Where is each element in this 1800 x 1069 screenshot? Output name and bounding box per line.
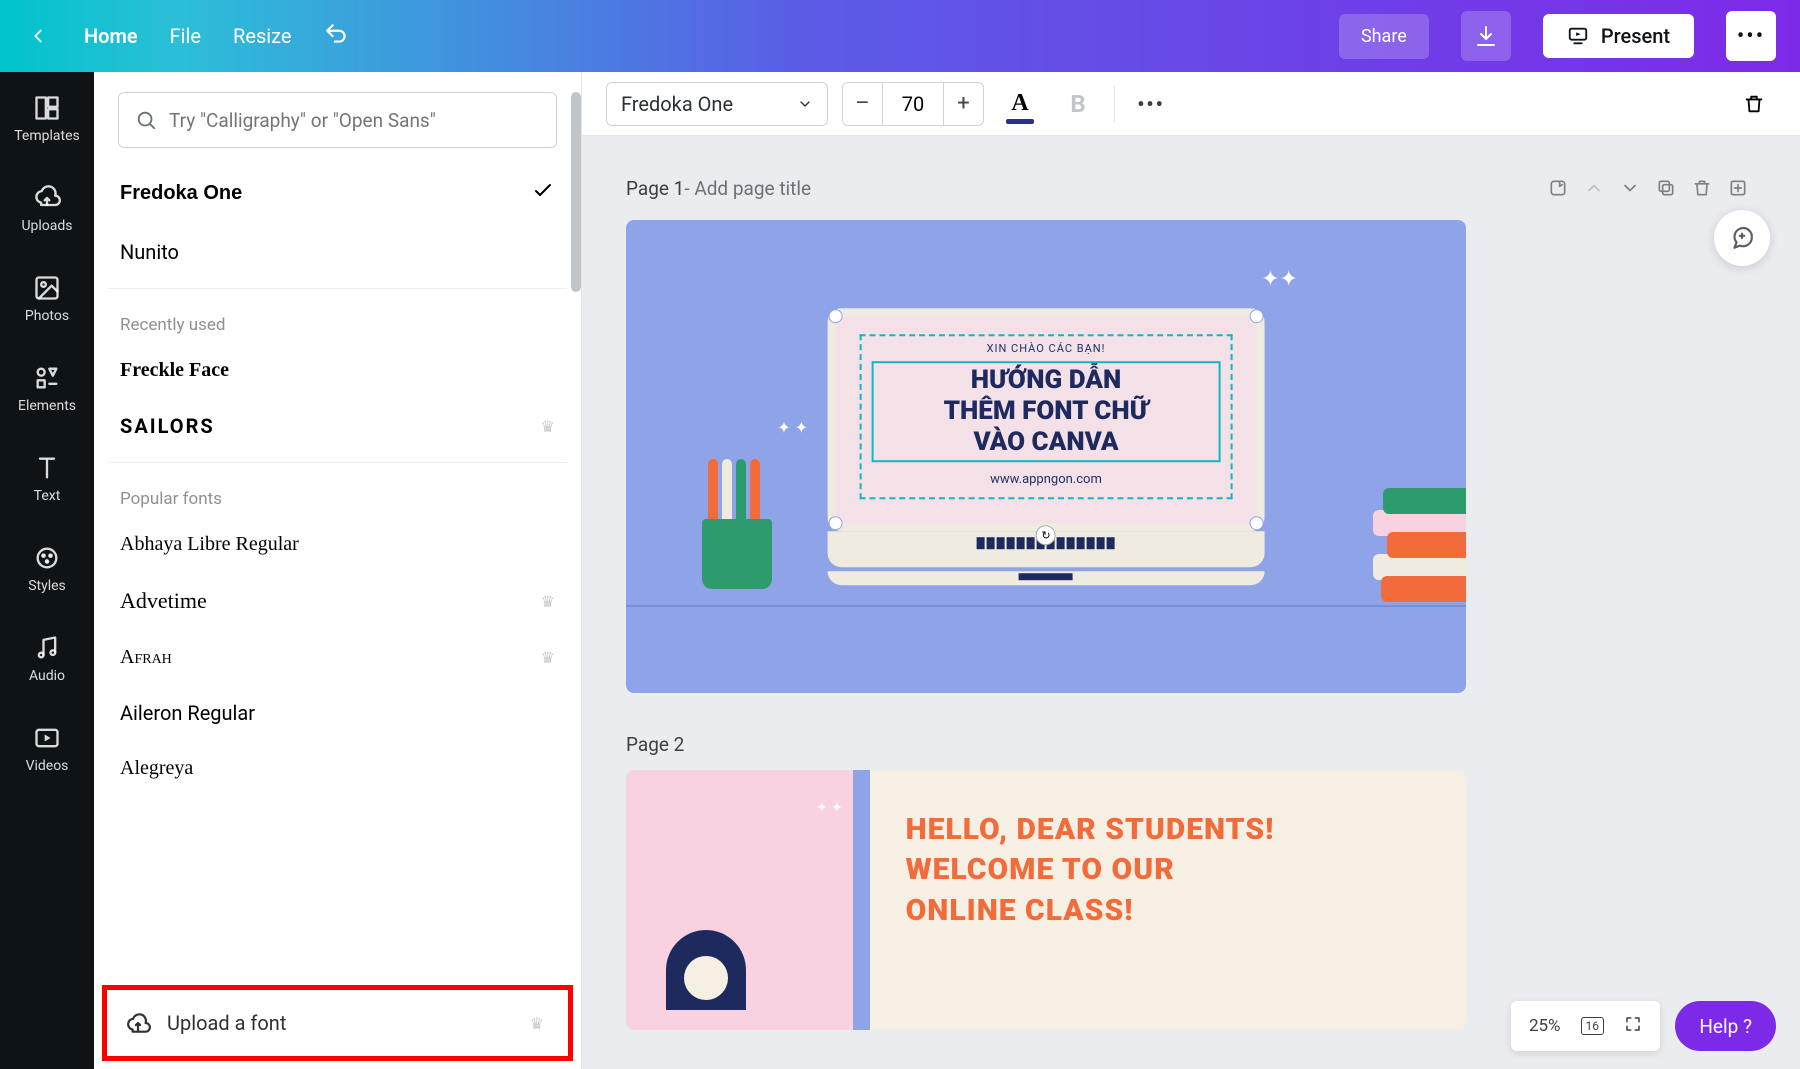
side-rail: Templates Uploads Photos Elements Text S…: [0, 72, 94, 1069]
font-row-aileron[interactable]: Aileron Regular: [94, 685, 581, 741]
rail-photos[interactable]: Photos: [0, 268, 94, 330]
page-2-label: Page 2: [626, 733, 684, 756]
page-up-icon[interactable]: [1576, 170, 1612, 206]
font-row-freckle[interactable]: Freckle Face: [94, 343, 581, 398]
font-row-advetime[interactable]: Advetime ♛: [94, 572, 581, 630]
illustration-student: ✦ ✦: [626, 770, 853, 1030]
delete-button[interactable]: [1732, 82, 1776, 126]
check-icon: [531, 178, 555, 208]
cloud-upload-icon: [125, 1010, 151, 1036]
page-down-icon[interactable]: [1612, 170, 1648, 206]
popular-fonts-label: Popular fonts: [94, 471, 581, 517]
font-row-alegreya[interactable]: Alegreya: [94, 741, 581, 796]
menu-file[interactable]: File: [170, 24, 201, 48]
page-2-canvas[interactable]: ✦ ✦ HELLO, DEAR STUDENTS! WELCOME TO OUR…: [626, 770, 1466, 1030]
rotate-handle[interactable]: ↻: [1036, 526, 1056, 546]
rail-uploads[interactable]: Uploads: [0, 178, 94, 240]
illustration-cup: [702, 479, 772, 589]
menu-resize[interactable]: Resize: [233, 24, 292, 48]
rail-text[interactable]: Text: [0, 448, 94, 510]
page2-text[interactable]: HELLO, DEAR STUDENTS! WELCOME TO OUR ONL…: [906, 810, 1430, 932]
font-size-control: – +: [842, 82, 984, 126]
illustration-books: [1373, 488, 1466, 598]
sparkle-icon: ✦✦: [1261, 267, 1298, 292]
page-1-header: Page 1 - Add page title: [626, 170, 1756, 206]
rail-videos[interactable]: Videos: [0, 718, 94, 780]
font-search-input[interactable]: [169, 109, 540, 132]
canvas-area[interactable]: Page 1 - Add page title: [582, 136, 1800, 1069]
rail-elements[interactable]: Elements: [0, 358, 94, 420]
font-row-sailors[interactable]: SAILORS ♛: [94, 398, 581, 454]
page-1-label: Page 1: [626, 177, 684, 200]
chevron-down-icon: [797, 96, 813, 112]
rail-styles[interactable]: Styles: [0, 538, 94, 600]
present-button[interactable]: Present: [1543, 14, 1694, 58]
top-menu-bar: Home File Resize Share Present •••: [0, 0, 1800, 72]
font-search[interactable]: [118, 92, 557, 148]
bold-button[interactable]: B: [1056, 82, 1100, 126]
font-row-abhaya[interactable]: Abhaya Libre Regular: [94, 517, 581, 572]
duplicate-page-icon[interactable]: [1648, 170, 1684, 206]
illustration-laptop: XIN CHÀO CÁC BẠN! HƯỚNG DẪN THÊM FONT CH…: [828, 308, 1265, 586]
recently-used-label: Recently used: [94, 297, 581, 343]
font-row-afrah[interactable]: Afrah ♛: [94, 630, 581, 685]
menu-home[interactable]: Home: [84, 24, 138, 48]
crown-icon: ♛: [541, 417, 555, 436]
help-button[interactable]: Help ?: [1675, 1001, 1776, 1051]
zoom-level[interactable]: 25%: [1529, 1016, 1561, 1036]
sparkle-icon: ✦ ✦: [777, 418, 808, 437]
download-button[interactable]: [1461, 11, 1511, 61]
crown-icon: ♛: [530, 1014, 544, 1033]
font-list: Fredoka One Nunito Recently used Freckle…: [94, 158, 581, 985]
selected-text-box[interactable]: HƯỚNG DẪN THÊM FONT CHỮ VÀO CANVA: [872, 361, 1221, 463]
font-size-decrease[interactable]: –: [843, 83, 883, 125]
toolbar-more-button[interactable]: •••: [1129, 82, 1173, 126]
page-1-canvas[interactable]: ✦✦ ✦ ✦ XIN CHÀO CÁC BẠN! HƯỚNG DẪN THÊM …: [626, 220, 1466, 693]
rail-templates[interactable]: Templates: [0, 88, 94, 150]
zoom-controls: 25% 16: [1511, 1001, 1660, 1051]
upload-font-button[interactable]: Upload a font ♛: [102, 985, 573, 1061]
font-size-input[interactable]: [883, 83, 943, 125]
delete-page-icon[interactable]: [1684, 170, 1720, 206]
crown-icon: ♛: [541, 648, 555, 667]
rail-audio[interactable]: Audio: [0, 628, 94, 690]
font-panel: Fredoka One Nunito Recently used Freckle…: [94, 72, 582, 1069]
present-label: Present: [1601, 24, 1670, 48]
canvas-url[interactable]: www.appngon.com: [872, 473, 1221, 488]
add-page-icon[interactable]: [1720, 170, 1756, 206]
font-size-increase[interactable]: +: [943, 83, 983, 125]
share-button[interactable]: Share: [1339, 14, 1429, 59]
undo-button[interactable]: [324, 21, 350, 52]
search-icon: [135, 109, 157, 131]
crown-icon: ♛: [541, 592, 555, 611]
page-count[interactable]: 16: [1581, 1017, 1605, 1035]
comment-button[interactable]: [1714, 210, 1770, 266]
canvas-subtitle[interactable]: XIN CHÀO CÁC BẠN!: [872, 342, 1221, 355]
more-button[interactable]: •••: [1726, 11, 1776, 61]
font-row-nunito[interactable]: Nunito: [94, 224, 581, 280]
fullscreen-button[interactable]: [1624, 1015, 1642, 1038]
font-dropdown[interactable]: Fredoka One: [606, 82, 828, 126]
back-button[interactable]: [24, 22, 52, 50]
text-color-button[interactable]: A: [998, 82, 1042, 126]
canvas-toolbar: Fredoka One – + A B •••: [582, 72, 1800, 136]
page-2-header: Page 2: [626, 733, 1756, 756]
notes-icon[interactable]: [1540, 170, 1576, 206]
page-title-placeholder[interactable]: - Add page title: [684, 177, 811, 200]
font-row-current[interactable]: Fredoka One: [94, 162, 581, 224]
panel-scrollbar[interactable]: [571, 92, 581, 292]
